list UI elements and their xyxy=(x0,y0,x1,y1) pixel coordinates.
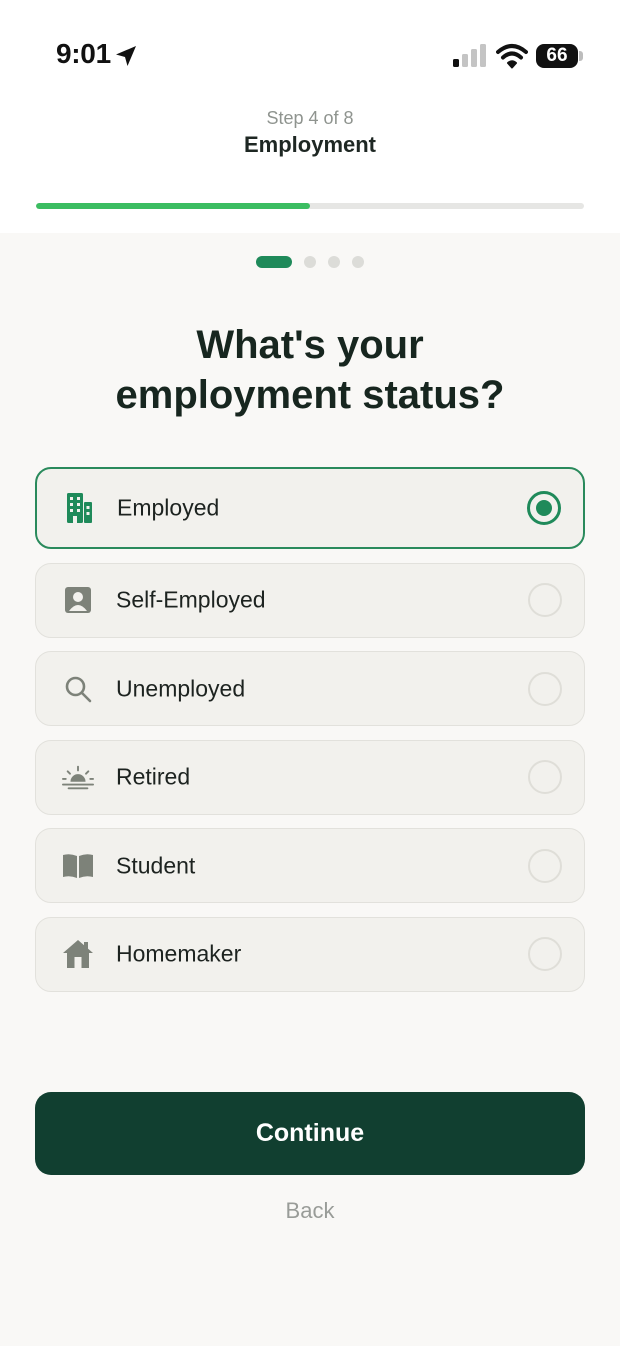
step-indicator: Step 4 of 8 xyxy=(266,108,354,128)
option-label: Retired xyxy=(116,763,191,790)
option-label: Unemployed xyxy=(116,675,246,701)
page-title: Employment xyxy=(243,132,377,157)
location-arrow-icon xyxy=(116,46,136,66)
option-label: Employed xyxy=(117,494,220,521)
radio-button[interactable] xyxy=(528,848,562,883)
option-homemaker[interactable]: Homemaker xyxy=(35,916,585,992)
battery-cap xyxy=(579,51,583,61)
question-line-1: What's your xyxy=(196,323,424,367)
progress-bar-fill xyxy=(36,203,310,209)
radio-button[interactable] xyxy=(528,760,562,794)
option-student[interactable]: Student xyxy=(35,828,585,903)
sunrise-icon xyxy=(62,761,94,793)
page-dot xyxy=(328,256,340,268)
status-time: 9:01 xyxy=(56,38,111,69)
option-retired[interactable]: Retired xyxy=(35,739,585,815)
person-badge-icon xyxy=(62,584,94,616)
page-dot xyxy=(304,256,316,268)
question-line-2: employment status? xyxy=(115,373,505,417)
option-label: Student xyxy=(116,852,196,878)
option-self-employed[interactable]: Self-Employed xyxy=(35,562,585,638)
radio-button[interactable] xyxy=(527,491,561,525)
radio-button[interactable] xyxy=(528,937,562,971)
option-unemployed[interactable]: Unemployed xyxy=(35,651,585,726)
progress-bar xyxy=(36,203,584,209)
continue-button[interactable]: Continue xyxy=(35,1092,585,1175)
page-indicator xyxy=(0,256,620,268)
house-icon xyxy=(62,938,94,970)
building-icon xyxy=(63,492,95,524)
option-label: Homemaker xyxy=(116,940,242,967)
cellular-signal-icon xyxy=(453,44,486,67)
search-icon xyxy=(62,673,94,705)
book-icon xyxy=(62,850,94,882)
page-dot-active xyxy=(256,256,292,268)
option-employed[interactable]: Employed xyxy=(35,467,585,549)
wifi-icon xyxy=(496,44,528,69)
question-heading: What's your employment status? xyxy=(0,320,620,420)
radio-button[interactable] xyxy=(528,583,562,617)
option-label: Self-Employed xyxy=(116,586,266,613)
battery-indicator: 66 xyxy=(536,44,578,68)
page-dot xyxy=(352,256,364,268)
back-button[interactable]: Back xyxy=(0,1198,620,1224)
employment-options-list: Employed Self-Employed Unemployed Retire… xyxy=(35,467,585,1005)
radio-button[interactable] xyxy=(528,671,562,706)
